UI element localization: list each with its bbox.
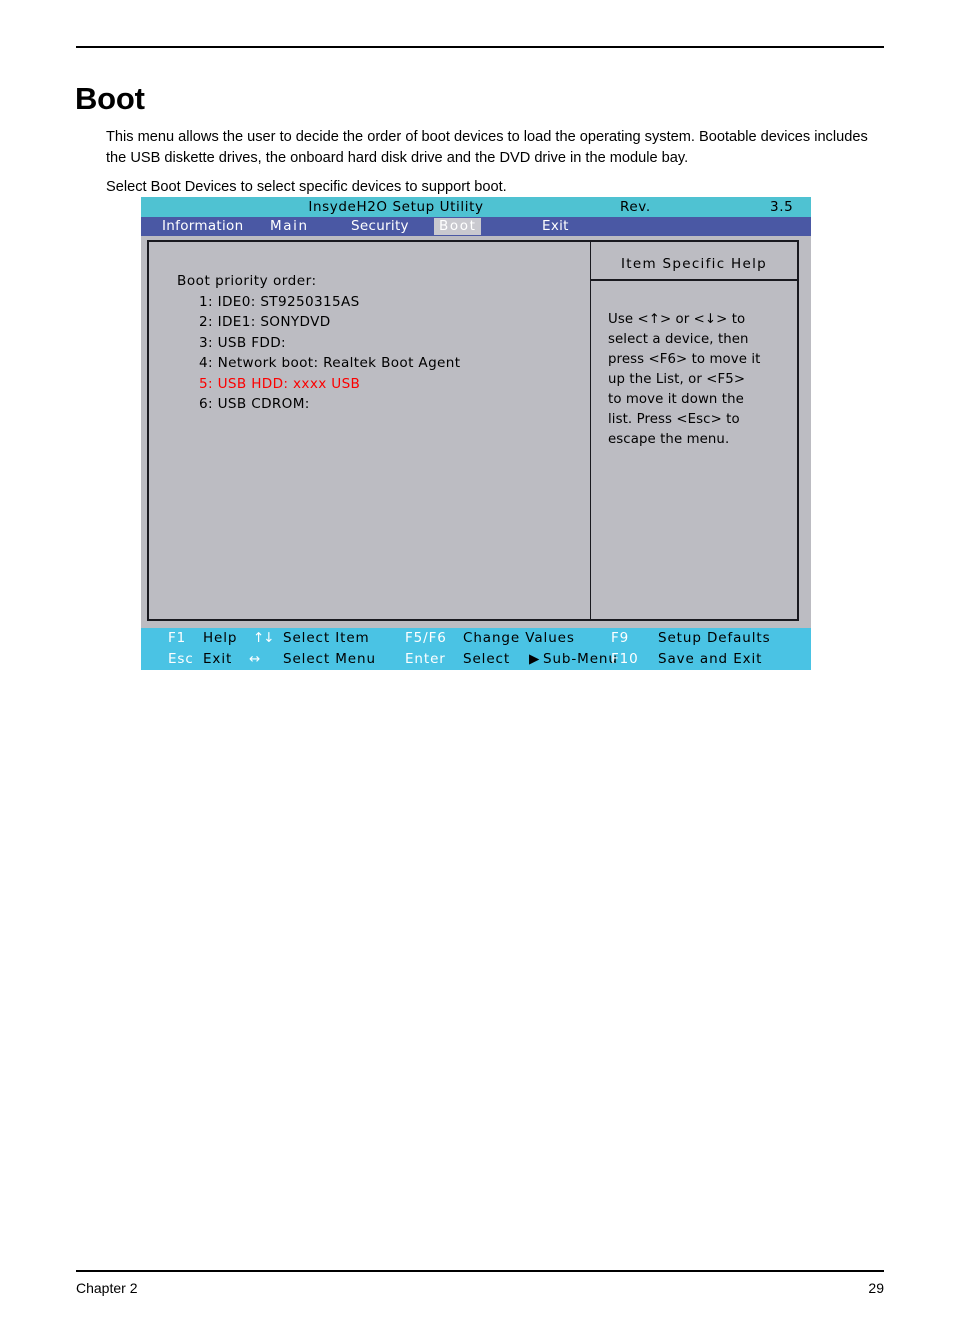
bios-rev-label: Rev. <box>620 199 651 215</box>
key-legend-row-1: F1 Help ↑↓ Select Item F5/F6 Change Valu… <box>141 628 811 649</box>
up-down-arrow-icon: ↑↓ <box>253 630 275 646</box>
submenu-triangle-icon: ▶ <box>529 651 541 667</box>
bios-titlebar: InsydeH2O Setup Utility Rev. 3.5 <box>141 197 811 217</box>
boot-entry-2[interactable]: 2: IDE1: SONYDVD <box>177 312 590 333</box>
tab-main[interactable]: Main <box>265 218 314 235</box>
intro-paragraph-1: This menu allows the user to decide the … <box>106 128 868 166</box>
intro-paragraph-2: Select Boot Devices to select specific d… <box>106 178 507 195</box>
boot-entry-6[interactable]: 6: USB CDROM: <box>177 394 590 415</box>
help-panel-body: Use <↑> or <↓> to select a device, then … <box>591 281 797 450</box>
boot-entry-5[interactable]: 5: USB HDD: xxxx USB <box>177 374 590 395</box>
help-panel-title: Item Specific Help <box>591 242 797 281</box>
change-values-label: Change Values <box>463 630 575 646</box>
boot-entry-3[interactable]: 3: USB FDD: <box>177 333 590 354</box>
bios-key-legend-bar: F1 Help ↑↓ Select Item F5/F6 Change Valu… <box>141 628 811 670</box>
select-label: Select <box>463 651 511 667</box>
key-f5-f6[interactable]: F5/F6 <box>405 630 447 646</box>
save-and-exit-label: Save and Exit <box>658 651 763 667</box>
key-legend-row-2: Esc Exit ↔ Select Menu Enter Select ▶ Su… <box>141 649 811 670</box>
help-line-7: escape the menu. <box>608 432 730 447</box>
bios-rev-value: 3.5 <box>770 199 794 215</box>
setup-defaults-label: Setup Defaults <box>658 630 771 646</box>
key-f9[interactable]: F9 <box>611 630 629 646</box>
help-line-6: list. Press <Esc> to <box>608 412 740 427</box>
left-right-arrow-icon: ↔ <box>249 651 262 667</box>
boot-entry-4[interactable]: 4: Network boot: Realtek Boot Agent <box>177 353 590 374</box>
tab-exit[interactable]: Exit <box>537 218 574 235</box>
footer-chapter: Chapter 2 <box>76 1280 138 1296</box>
page-title: Boot <box>75 80 145 116</box>
tab-information[interactable]: Information <box>157 218 248 235</box>
boot-priority-panel: Boot priority order: 1: IDE0: ST9250315A… <box>147 240 591 621</box>
sub-menu-label: Sub-Menu <box>543 651 618 667</box>
key-f10[interactable]: F10 <box>611 651 639 667</box>
help-line-2: select a device, then <box>608 332 749 347</box>
key-enter[interactable]: Enter <box>405 651 446 667</box>
tab-boot[interactable]: Boot <box>434 218 482 235</box>
boot-priority-list: Boot priority order: 1: IDE0: ST9250315A… <box>149 242 590 415</box>
key-f1[interactable]: F1 <box>168 630 186 646</box>
item-specific-help-panel: Item Specific Help Use <↑> or <↓> to sel… <box>590 240 799 621</box>
bios-setup-window: InsydeH2O Setup Utility Rev. 3.5 Informa… <box>141 197 811 670</box>
select-item-label: Select Item <box>283 630 370 646</box>
select-menu-label: Select Menu <box>283 651 376 667</box>
footer-rule <box>76 1270 884 1272</box>
bios-utility-name: InsydeH2O Setup Utility <box>308 199 484 215</box>
document-page: Boot This menu allows the user to decide… <box>0 0 954 1336</box>
key-esc-label: Exit <box>203 651 233 667</box>
key-f1-label: Help <box>203 630 238 646</box>
tab-security[interactable]: Security <box>346 218 414 235</box>
key-esc[interactable]: Esc <box>168 651 194 667</box>
footer-page-number: 29 <box>868 1280 884 1296</box>
boot-entry-1[interactable]: 1: IDE0: ST9250315AS <box>177 292 590 313</box>
bios-menubar: Information Main Security Boot Exit <box>141 217 811 236</box>
help-line-4: up the List, or <F5> <box>608 372 746 387</box>
help-line-3: press <F6> to move it <box>608 352 761 367</box>
header-rule <box>76 46 884 48</box>
boot-priority-heading: Boot priority order: <box>177 273 317 289</box>
help-line-5: to move it down the <box>608 392 744 407</box>
bios-body: Boot priority order: 1: IDE0: ST9250315A… <box>141 236 811 627</box>
help-line-1: Use <↑> or <↓> to <box>608 312 746 327</box>
